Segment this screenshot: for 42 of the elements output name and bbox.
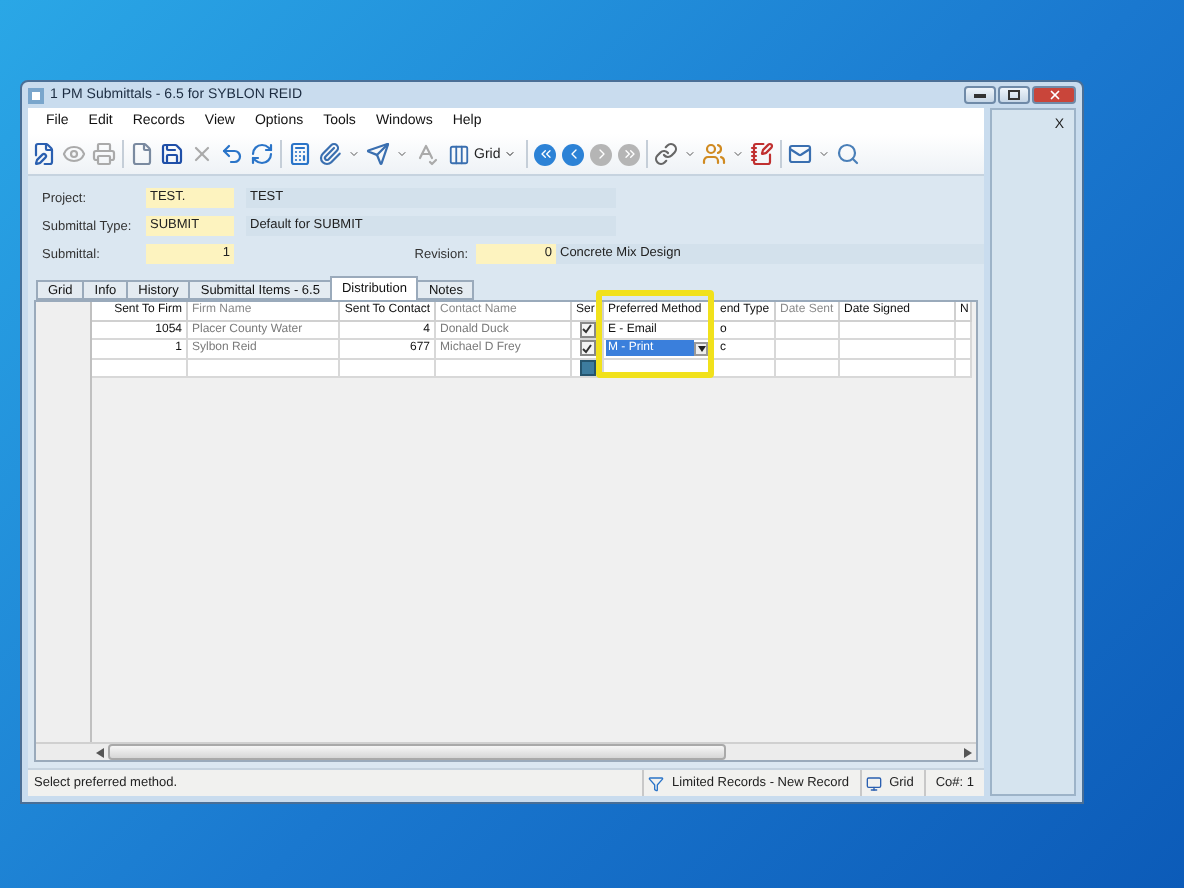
close-button[interactable] — [1032, 86, 1076, 104]
calculator-icon[interactable] — [288, 142, 312, 166]
caret-icon[interactable] — [732, 148, 745, 160]
paperclip-icon[interactable] — [318, 142, 342, 166]
caret-icon[interactable] — [348, 148, 360, 160]
app-icon — [28, 87, 44, 103]
spellcheck-icon[interactable] — [414, 142, 438, 166]
minimize-button[interactable] — [964, 86, 996, 104]
highlight-frame — [596, 290, 714, 378]
notepad-icon[interactable] — [750, 142, 775, 166]
caret-icon[interactable] — [396, 148, 408, 160]
left-arrow-icon[interactable] — [96, 747, 104, 757]
previous-record-icon[interactable] — [562, 143, 585, 165]
close-icon — [1047, 88, 1061, 102]
link-icon[interactable] — [654, 142, 679, 166]
edit-icon[interactable] — [32, 142, 56, 166]
horizontal-scrollbar[interactable] — [36, 742, 976, 760]
filter-icon — [648, 775, 665, 791]
minimize-icon — [974, 92, 986, 98]
checkbox[interactable] — [579, 340, 595, 357]
caret-icon — [697, 345, 705, 352]
table-cell — [776, 340, 840, 359]
grid-icon — [448, 143, 470, 165]
print-icon[interactable] — [92, 142, 116, 166]
table-cell — [840, 340, 956, 359]
caret-icon — [504, 148, 517, 160]
first-record-icon[interactable] — [534, 143, 557, 165]
mail-icon[interactable] — [788, 142, 813, 166]
new-file-icon[interactable] — [130, 142, 154, 166]
caret-icon[interactable] — [684, 148, 697, 160]
dropdown-button[interactable] — [694, 341, 708, 356]
users-icon[interactable] — [702, 142, 727, 166]
right-arrow-icon[interactable] — [964, 747, 972, 757]
send-icon[interactable] — [366, 142, 390, 166]
maximize-icon — [1008, 90, 1020, 100]
monitor-icon — [865, 775, 882, 791]
undo-icon[interactable] — [220, 142, 244, 166]
save-icon[interactable] — [160, 142, 184, 166]
search-icon[interactable] — [836, 142, 861, 166]
maximize-button[interactable] — [998, 86, 1030, 104]
caret-icon[interactable] — [818, 148, 831, 160]
refresh-icon[interactable] — [250, 142, 274, 166]
